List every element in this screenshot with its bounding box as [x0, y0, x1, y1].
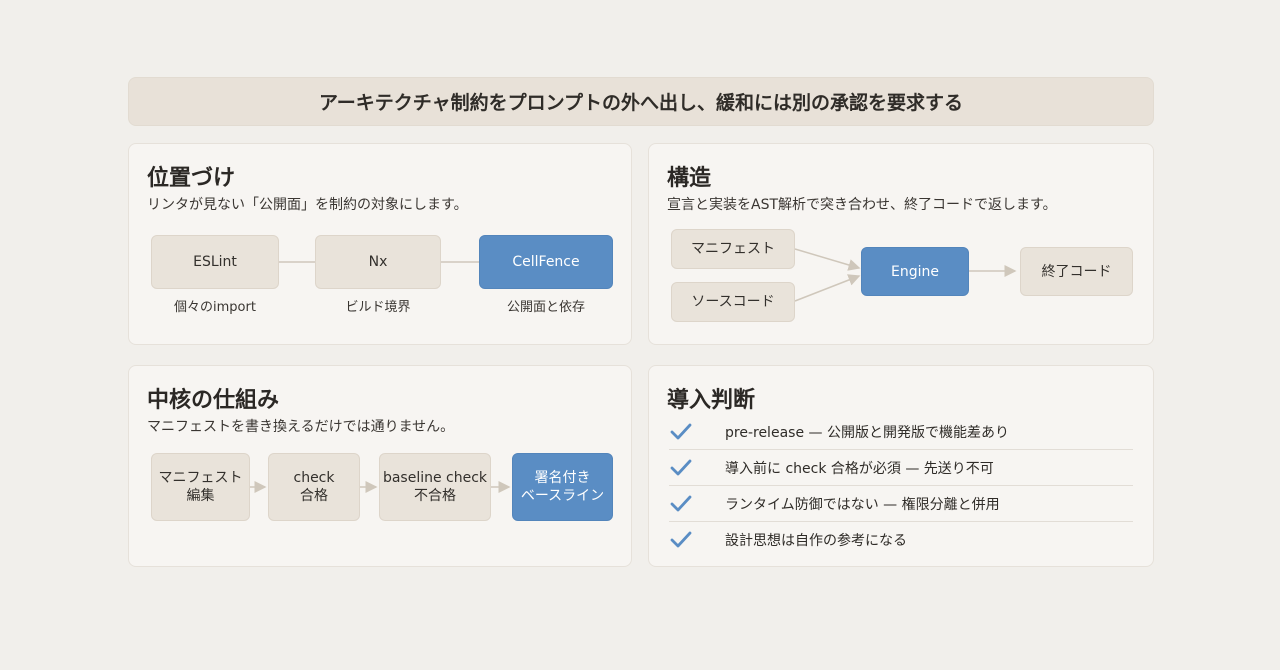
node-engine: Engine — [861, 247, 969, 296]
checklist-item-text: pre-release — 公開版と開発版で機能差あり — [725, 424, 1009, 441]
card-mechanism: 中核の仕組み マニフェストを書き換えるだけでは通りません。 マニフェスト 編集 … — [128, 365, 632, 567]
caption-eslint: 個々のimport — [174, 300, 256, 315]
step-check-pass: check 合格 — [268, 453, 360, 521]
check-icon — [669, 492, 709, 516]
step-line2: 合格 — [300, 488, 328, 504]
caption-cellfence: 公開面と依存 — [506, 300, 585, 315]
check-icon — [669, 528, 709, 552]
card-title: 導入判断 — [667, 388, 756, 413]
node-eslint: ESLint — [151, 235, 279, 289]
step-signed-baseline: 署名付き ベースライン — [512, 453, 613, 521]
node-manifest: マニフェスト — [671, 229, 795, 269]
checklist-item-text: ランタイム防御ではない — 権限分離と併用 — [725, 496, 1000, 513]
step-line1: baseline check — [382, 470, 488, 486]
checklist-item-text: 導入前に check 合格が必須 — 先送り不可 — [725, 460, 994, 477]
caption-nx: ビルド境界 — [345, 300, 411, 315]
step-line2: ベースライン — [520, 488, 605, 504]
node-cellfence: CellFence — [479, 235, 613, 289]
checklist-item: pre-release — 公開版と開発版で機能差あり — [669, 414, 1133, 450]
step-manifest-edit: マニフェスト 編集 — [151, 453, 250, 521]
node-exit-code: 終了コード — [1020, 247, 1133, 296]
checklist-item: ランタイム防御ではない — 権限分離と併用 — [669, 486, 1133, 522]
card-adoption: 導入判断 pre-release — 公開版と開発版で機能差あり 導入前に ch… — [648, 365, 1154, 567]
check-icon — [669, 420, 709, 444]
step-line1: check — [293, 470, 335, 486]
step-baseline-check-fail: baseline check 不合格 — [379, 453, 491, 521]
checklist-item-text: 設計思想は自作の参考になる — [725, 533, 907, 549]
node-source-code: ソースコード — [671, 282, 795, 322]
checklist-item: 設計思想は自作の参考になる — [669, 522, 1133, 558]
step-line2: 不合格 — [414, 488, 456, 504]
header-banner: アーキテクチャ制約をプロンプトの外へ出し、緩和には別の承認を要求する — [128, 77, 1154, 126]
node-nx: Nx — [315, 235, 441, 289]
step-line1: 署名付き — [534, 470, 591, 486]
card-positioning: 位置づけ リンタが見ない「公開面」を制約の対象にします。 ESLint Nx C… — [128, 143, 632, 345]
step-line2: 編集 — [186, 488, 215, 504]
check-icon — [669, 456, 709, 480]
checklist-item: 導入前に check 合格が必須 — 先送り不可 — [669, 450, 1133, 486]
card-structure: 構造 宣言と実装をAST解析で突き合わせ、終了コードで返します。 マニフェスト … — [648, 143, 1154, 345]
step-line1: マニフェスト — [158, 470, 243, 486]
